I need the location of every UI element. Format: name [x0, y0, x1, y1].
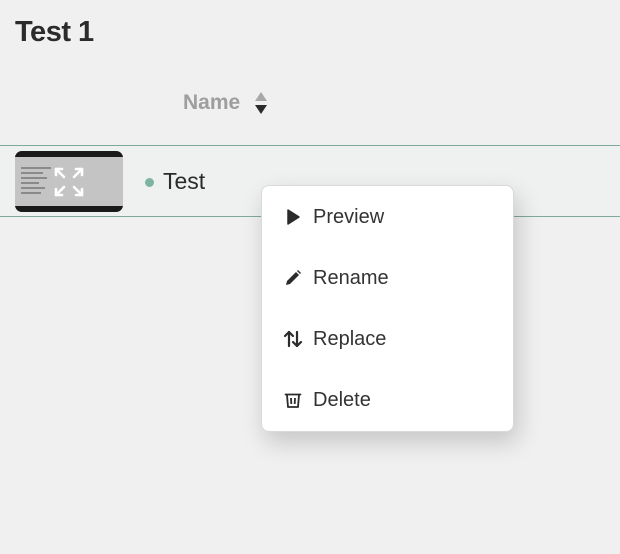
- column-header-name[interactable]: Name: [183, 90, 268, 116]
- menu-item-label: Delete: [313, 388, 371, 411]
- expand-icon[interactable]: [52, 165, 86, 199]
- thumbnail[interactable]: [15, 151, 123, 212]
- page: Test 1 Name Test Preview Rename Replace …: [0, 0, 620, 554]
- menu-item-label: Rename: [313, 266, 389, 289]
- swap-arrows-icon: [283, 329, 303, 349]
- menu-item-label: Replace: [313, 327, 387, 350]
- menu-item-replace[interactable]: Replace: [262, 317, 513, 361]
- pencil-icon: [283, 268, 303, 288]
- trash-icon: [283, 390, 303, 410]
- column-header-label: Name: [183, 91, 241, 114]
- status-dot: [145, 178, 154, 187]
- menu-item-rename[interactable]: Rename: [262, 256, 513, 300]
- menu-item-label: Preview: [313, 205, 385, 228]
- row-name[interactable]: Test: [163, 168, 205, 195]
- thumbnail-bottom-bar: [15, 206, 123, 212]
- menu-item-delete[interactable]: Delete: [262, 378, 513, 422]
- context-menu: Preview Rename Replace Delete: [261, 185, 514, 432]
- menu-item-preview[interactable]: Preview: [262, 195, 513, 239]
- play-icon: [283, 207, 303, 227]
- sort-up-down-icon[interactable]: [254, 90, 268, 116]
- page-title: Test 1: [15, 16, 94, 48]
